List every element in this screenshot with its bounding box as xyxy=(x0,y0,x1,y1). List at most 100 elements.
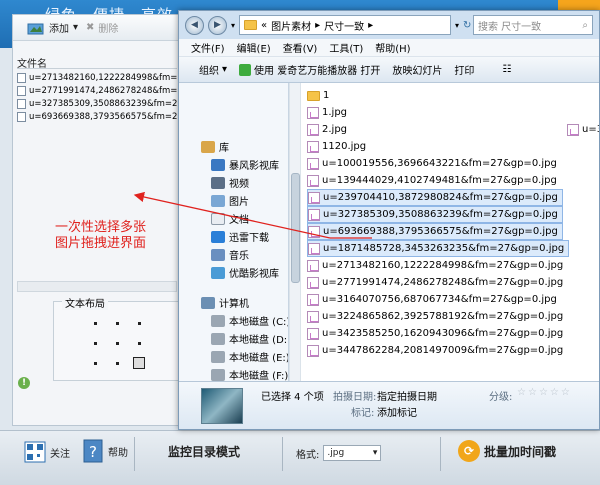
file-item[interactable]: u=3224865862,3925788192&fm=27&gp=0.jpg xyxy=(307,308,567,325)
file-item[interactable]: u=3423585250,1620943096&fm=27&gp=0.jpg xyxy=(307,325,567,342)
date-label: 拍摄日期: xyxy=(333,392,377,403)
layout-dot[interactable] xyxy=(116,342,119,345)
file-item[interactable]: 1120.jpg xyxy=(307,138,370,155)
menu-file[interactable]: 文件(F) xyxy=(191,40,225,55)
slideshow-button[interactable]: 放映幻灯片 xyxy=(392,62,442,77)
help-button[interactable]: ? 帮助 xyxy=(82,439,128,463)
navigation-scrollbar[interactable] xyxy=(289,83,301,381)
nav-drive-d[interactable]: 本地磁盘 (D:) xyxy=(211,331,288,346)
star-icon[interactable]: ☆ xyxy=(539,387,548,398)
follow-button[interactable]: 关注 xyxy=(24,441,70,463)
nav-drive-f[interactable]: 本地磁盘 (F:) xyxy=(211,367,288,381)
list-item[interactable]: u=693669388,3793566575&fm=2... xyxy=(17,110,177,123)
breadcrumb-separator-icon: ▸ xyxy=(315,19,321,31)
open-with-button[interactable]: 使用 爱奇艺万能播放器 打开 xyxy=(239,62,380,77)
list-item[interactable]: u=2713482160,1222284998&fm=... xyxy=(17,71,177,84)
drive-icon xyxy=(211,314,225,327)
list-item[interactable]: u=327385309,3508863239&fm=2... xyxy=(17,97,177,110)
file-item[interactable]: u=3447862284,2081497009&fm=27&gp=0.jpg xyxy=(307,342,567,359)
file-item[interactable]: u=2771991474,2486278248&fm=27&gp=0.jpg xyxy=(307,274,567,291)
recent-pages-icon[interactable]: ▾ xyxy=(231,21,235,30)
add-button[interactable]: 添加 ▾ xyxy=(27,20,78,35)
format-label: 格式: xyxy=(296,449,320,461)
image-file-icon xyxy=(308,242,320,255)
layout-selected-position[interactable] xyxy=(133,357,145,369)
organize-button[interactable]: 组织 ▾ xyxy=(199,62,227,77)
file-item-partial[interactable]: u=3 xyxy=(567,121,599,138)
layout-dot[interactable] xyxy=(138,322,141,325)
layout-dot[interactable] xyxy=(94,342,97,345)
print-button[interactable]: 打印 xyxy=(454,62,474,77)
image-file-icon xyxy=(307,157,319,170)
file-item-selected[interactable]: u=327385309,3508863239&fm=27&gp=0.jpg xyxy=(307,206,563,223)
open-with-label: 使用 爱奇艺万能播放器 打开 xyxy=(254,66,381,77)
menu-view[interactable]: 查看(V) xyxy=(283,40,318,55)
file-item[interactable]: u=139444029,4102749481&fm=27&gp=0.jpg xyxy=(307,172,561,189)
refresh-icon[interactable]: ↻ xyxy=(463,20,471,31)
info-icon[interactable]: ! xyxy=(18,377,30,389)
tag-value[interactable]: 添加标记 xyxy=(377,404,417,419)
file-name: u=139444029,4102749481&fm=27&gp=0.jpg xyxy=(322,175,557,186)
layout-dot[interactable] xyxy=(94,362,97,365)
nav-item-xunlei[interactable]: 迅雷下载 xyxy=(211,229,269,244)
file-item-selected[interactable]: u=239704410,3872980824&fm=27&gp=0.jpg xyxy=(307,189,563,206)
horizontal-scrollbar[interactable] xyxy=(17,281,177,292)
nav-drive-c[interactable]: 本地磁盘 (C:) xyxy=(211,313,288,328)
menu-tools[interactable]: 工具(T) xyxy=(329,40,363,55)
menu-edit[interactable]: 编辑(E) xyxy=(237,40,271,55)
file-item[interactable]: 1.jpg xyxy=(307,104,351,121)
address-bar[interactable]: « 图片素材 ▸ 尺寸一致 ▸ xyxy=(239,15,452,35)
scrollbar-thumb[interactable] xyxy=(291,173,300,283)
nav-computer[interactable]: 计算机 xyxy=(201,295,249,310)
delete-button[interactable]: ✖ 删除 xyxy=(86,20,118,35)
date-value[interactable]: 指定拍摄日期 xyxy=(377,388,437,403)
nav-item-music[interactable]: 音乐 xyxy=(211,247,249,262)
back-button[interactable]: ◀ xyxy=(185,15,204,35)
file-item[interactable]: 1 xyxy=(307,87,333,104)
star-icon[interactable]: ☆ xyxy=(561,387,570,398)
star-icon[interactable]: ☆ xyxy=(528,387,537,398)
forward-button[interactable]: ▶ xyxy=(208,15,227,35)
list-item[interactable]: u=2771991474,2486278248&fm=... xyxy=(17,84,177,97)
nav-item-pictures[interactable]: 图片 xyxy=(211,193,249,208)
layout-dot[interactable] xyxy=(94,322,97,325)
breadcrumb-item[interactable]: 尺寸一致 xyxy=(324,18,364,33)
address-dropdown-icon[interactable]: ▾ xyxy=(455,21,459,30)
layout-dot[interactable] xyxy=(116,322,119,325)
layout-dot[interactable] xyxy=(116,362,119,365)
nav-drive-e[interactable]: 本地磁盘 (E:) xyxy=(211,349,288,364)
file-item[interactable]: u=100019556,3696643221&fm=27&gp=0.jpg xyxy=(307,155,561,172)
breadcrumb-item[interactable]: 图片素材 xyxy=(271,18,311,33)
address-overflow[interactable]: « xyxy=(261,20,267,31)
format-select[interactable]: .jpg ▾ xyxy=(323,445,382,461)
qr-code-icon xyxy=(24,441,46,463)
view-options-button[interactable]: ☷ xyxy=(502,64,511,75)
file-name: u=3423585250,1620943096&fm=27&gp=0.jpg xyxy=(322,328,564,339)
file-item-selected[interactable]: u=1871485728,3453263235&fm=27&gp=0.jpg xyxy=(307,240,570,257)
layout-position-grid[interactable] xyxy=(92,320,148,372)
file-name: u=1871485728,3453263235&fm=27&gp=0.jpg xyxy=(323,243,565,254)
nav-item-youku[interactable]: 优酷影视库 xyxy=(211,265,279,280)
rating-stars[interactable]: ☆ ☆ ☆ ☆ ☆ xyxy=(517,387,570,398)
view-options-icon: ☷ xyxy=(502,64,512,75)
file-item[interactable]: 2.jpg xyxy=(307,121,351,138)
menu-help[interactable]: 帮助(H) xyxy=(375,40,410,55)
file-item[interactable]: u=3164070756,687067734&fm=27&gp=0.jpg xyxy=(307,291,561,308)
nav-item-documents[interactable]: 文档 xyxy=(211,211,249,226)
explorer-window: ◀ ▶ ▾ « 图片素材 ▸ 尺寸一致 ▸ ▾ ↻ 搜索 尺寸一致 ⌕ 文件(F… xyxy=(178,10,600,430)
nav-library[interactable]: 库 xyxy=(201,139,229,154)
layout-dot[interactable] xyxy=(138,342,141,345)
divider xyxy=(134,437,135,471)
monitor-directory-mode-button[interactable]: 监控目录模式 xyxy=(168,443,240,460)
star-icon[interactable]: ☆ xyxy=(550,387,559,398)
file-item[interactable]: u=2713482160,1222284998&fm=27&gp=0.jpg xyxy=(307,257,567,274)
delete-button-label: 删除 xyxy=(98,24,119,35)
column-header-filename[interactable]: 文件名 xyxy=(17,55,177,70)
search-input[interactable]: 搜索 尺寸一致 ⌕ xyxy=(473,15,593,35)
navigation-pane: 库 暴风影视库 视频 图片 文档 迅雷下载 音乐 优酷影视库 计算机 本地磁盘 … xyxy=(179,83,289,381)
nav-item-video[interactable]: 视频 xyxy=(211,175,249,190)
file-item-selected[interactable]: u=693669388,3795366575&fm=27&gp=0.jpg xyxy=(307,223,563,240)
star-icon[interactable]: ☆ xyxy=(517,387,526,398)
batch-timestamp-button[interactable]: ⟳ 批量加时间戳 xyxy=(458,440,556,462)
nav-item-baofeng[interactable]: 暴风影视库 xyxy=(211,157,279,172)
